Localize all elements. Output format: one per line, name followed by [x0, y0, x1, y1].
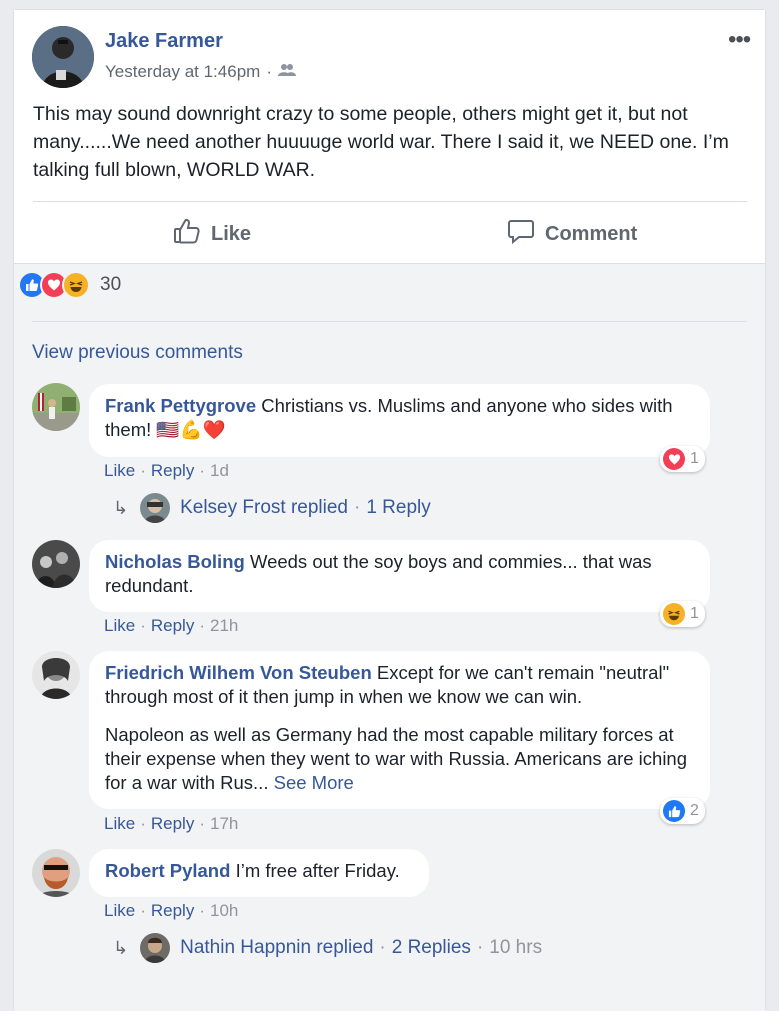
comment-like-link[interactable]: Like: [104, 814, 135, 833]
comment-bubble: Frank Pettygrove Christians vs. Muslims …: [89, 384, 710, 457]
comment-reaction-badge[interactable]: 1: [660, 601, 705, 627]
love-reaction-icon: [663, 448, 685, 470]
post-timestamp[interactable]: Yesterday at 1:46pm: [105, 62, 260, 82]
reply-avatar: [140, 933, 171, 963]
commenter-avatar[interactable]: [32, 383, 80, 431]
post-author-name[interactable]: Jake Farmer: [105, 30, 223, 53]
comment-reaction-badge[interactable]: 1: [660, 446, 705, 472]
author-avatar[interactable]: [32, 26, 94, 88]
haha-reaction-icon: [62, 271, 90, 299]
comment-reply-link[interactable]: Reply: [151, 461, 194, 480]
comment-like-link[interactable]: Like: [104, 901, 135, 920]
commenter-avatar[interactable]: [32, 540, 80, 588]
more-options-icon[interactable]: •••: [728, 28, 751, 52]
comment-button-label: Comment: [545, 222, 638, 245]
comment-bubble-icon: [507, 217, 535, 251]
replies-link[interactable]: ↳ Kelsey Frost replied · 1 Reply: [113, 493, 431, 523]
divider: [33, 201, 747, 202]
like-button-label: Like: [211, 222, 252, 245]
commenter-avatar[interactable]: [32, 849, 80, 897]
comment-bubble: Nicholas Boling Weeds out the soy boys a…: [89, 540, 710, 612]
comment-button[interactable]: Comment: [507, 217, 637, 251]
reply-count: 2 Replies: [391, 937, 471, 958]
comment-time[interactable]: 10h: [210, 901, 238, 920]
comment-reply-link[interactable]: Reply: [151, 814, 194, 833]
reply-avatar: [140, 493, 171, 523]
post-meta: Yesterday at 1:46pm ·: [105, 62, 296, 82]
thumbs-up-icon: [173, 217, 201, 251]
reply-author: Nathin Happnin replied: [180, 937, 374, 958]
commenter-name[interactable]: Friedrich Wilhem Von Steuben: [105, 662, 372, 683]
see-more-link[interactable]: See More: [274, 772, 354, 793]
comment-time[interactable]: 21h: [210, 616, 238, 635]
reply-arrow-icon: ↳: [113, 937, 129, 958]
comments-section: [14, 263, 765, 1011]
comment-actions: Like · Reply · 21h: [104, 616, 239, 635]
comment-bubble: Friedrich Wilhem Von Steuben Except for …: [89, 651, 710, 809]
post-header-section: Jake Farmer Yesterday at 1:46pm · ••• Th…: [14, 10, 765, 263]
commenter-name[interactable]: Robert Pyland: [105, 860, 230, 881]
comment-actions: Like · Reply · 1d: [104, 461, 229, 480]
comment-reaction-badge[interactable]: 2: [660, 798, 705, 824]
comment-time[interactable]: 1d: [210, 461, 229, 480]
reply-count: 1 Reply: [366, 497, 431, 518]
comment-reply-link[interactable]: Reply: [151, 901, 194, 920]
reply-arrow-icon: ↳: [113, 497, 129, 518]
comment-reply-link[interactable]: Reply: [151, 616, 194, 635]
comment-text: I’m free after Friday.: [235, 860, 400, 881]
friends-icon[interactable]: [277, 62, 296, 82]
meta-separator: ·: [266, 62, 272, 81]
comment-reaction-count: 1: [690, 450, 699, 467]
reply-author: Kelsey Frost replied: [180, 497, 348, 518]
post-body-text: This may sound downright crazy to some p…: [33, 103, 729, 181]
haha-reaction-icon: [663, 603, 685, 625]
comment-reaction-count: 2: [690, 802, 699, 819]
reactions-summary[interactable]: 30: [18, 271, 121, 299]
comment-like-link[interactable]: Like: [104, 616, 135, 635]
divider: [32, 321, 746, 322]
reply-time: 10 hrs: [489, 937, 543, 958]
commenter-name[interactable]: Frank Pettygrove: [105, 395, 256, 416]
comment-like-link[interactable]: Like: [104, 461, 135, 480]
commenter-avatar[interactable]: [32, 651, 80, 699]
comment-emojis: 🇺🇸💪❤️: [156, 419, 226, 440]
comment-text-continued: Napoleon as well as Germany had the most…: [105, 724, 688, 793]
like-reaction-icon: [663, 800, 685, 822]
comment-actions: Like · Reply · 10h: [104, 901, 239, 920]
commenter-name[interactable]: Nicholas Boling: [105, 551, 245, 572]
view-previous-comments-link[interactable]: View previous comments: [32, 342, 243, 364]
comment-actions: Like · Reply · 17h: [104, 814, 239, 833]
comment-bubble: Robert Pyland I’m free after Friday.: [89, 849, 429, 897]
comment-time[interactable]: 17h: [210, 814, 238, 833]
like-button[interactable]: Like: [173, 217, 251, 251]
reactions-count[interactable]: 30: [100, 274, 121, 296]
replies-link[interactable]: ↳ Nathin Happnin replied · 2 Replies · 1…: [113, 933, 542, 963]
comment-reaction-count: 1: [690, 605, 699, 622]
